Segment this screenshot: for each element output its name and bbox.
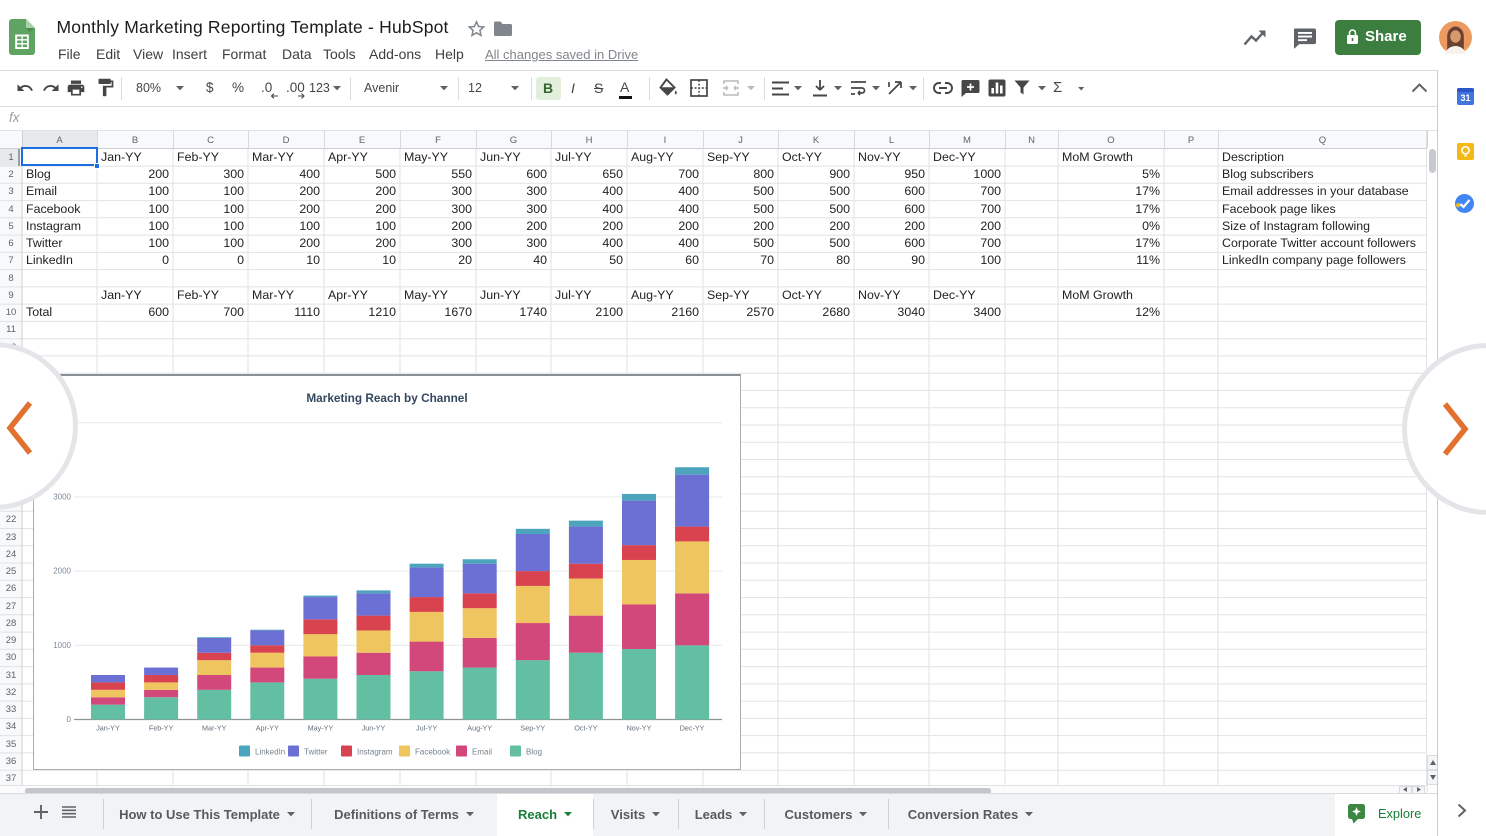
svg-text:Apr-YY: Apr-YY	[256, 723, 279, 732]
svg-text:Nov-YY: Nov-YY	[627, 723, 652, 732]
svg-text:Jul-YY: Jul-YY	[416, 723, 437, 732]
svg-text:2000: 2000	[53, 566, 71, 575]
svg-text:1000: 1000	[53, 640, 71, 649]
svg-text:Email: Email	[472, 747, 492, 756]
svg-text:LinkedIn: LinkedIn	[255, 747, 285, 756]
svg-text:3000: 3000	[53, 492, 71, 501]
svg-text:Sep-YY: Sep-YY	[520, 723, 545, 732]
svg-text:Oct-YY: Oct-YY	[574, 723, 597, 732]
svg-text:Mar-YY: Mar-YY	[202, 723, 227, 732]
svg-text:Dec-YY: Dec-YY	[680, 723, 705, 732]
svg-text:May-YY: May-YY	[308, 723, 334, 732]
svg-text:31: 31	[1460, 93, 1470, 103]
svg-text:Feb-YY: Feb-YY	[149, 723, 174, 732]
svg-text:0: 0	[67, 715, 72, 724]
svg-text:Instagram: Instagram	[357, 747, 393, 756]
svg-text:Facebook: Facebook	[415, 747, 451, 756]
svg-text:Twitter: Twitter	[304, 747, 328, 756]
svg-text:Blog: Blog	[526, 747, 542, 756]
svg-text:Marketing Reach by Channel: Marketing Reach by Channel	[306, 391, 467, 405]
svg-text:Jan-YY: Jan-YY	[96, 723, 120, 732]
svg-text:Jun-YY: Jun-YY	[362, 723, 386, 732]
svg-text:Aug-YY: Aug-YY	[467, 723, 492, 732]
